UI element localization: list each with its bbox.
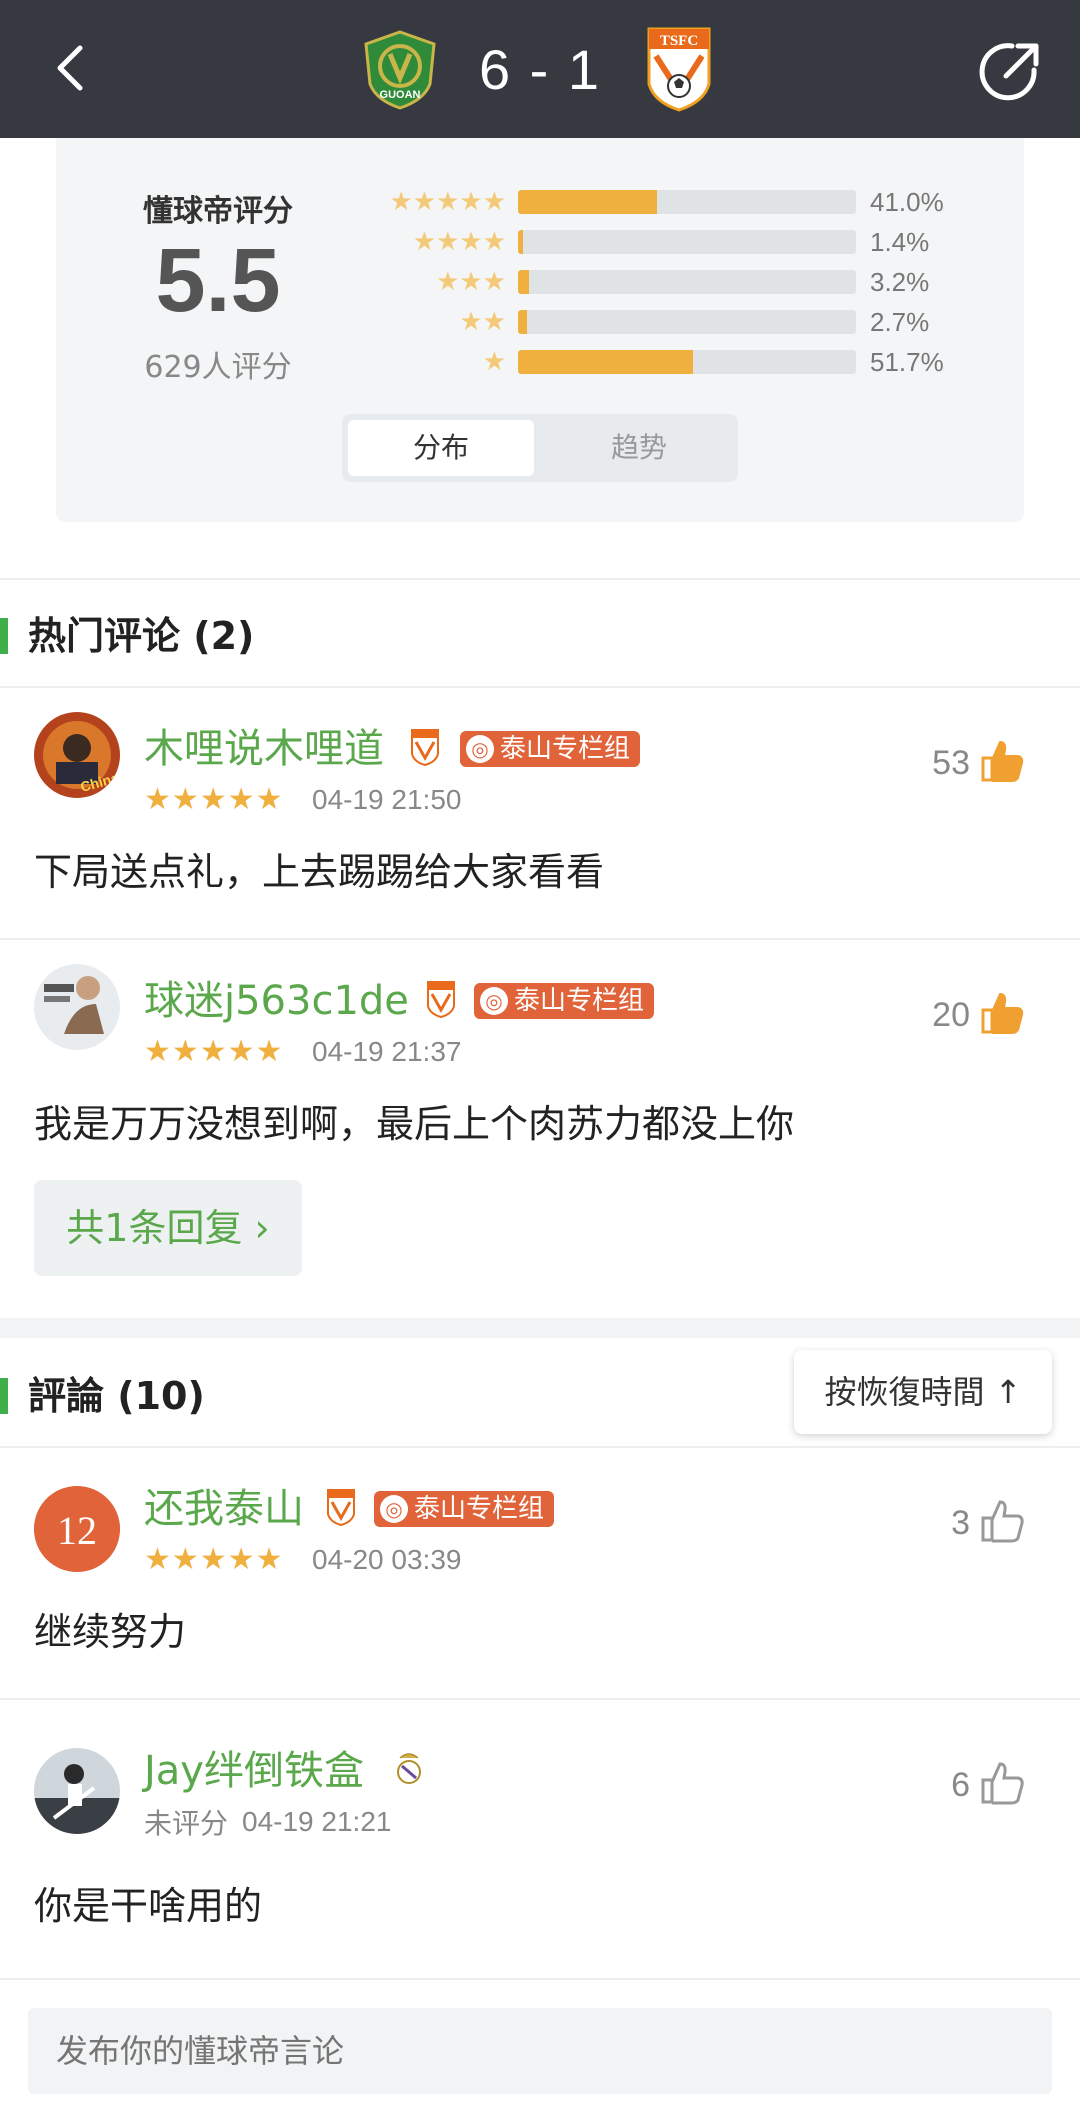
svg-text:GUOAN: GUOAN	[380, 89, 421, 101]
real-madrid-badge-icon	[394, 1748, 424, 1786]
like-icon[interactable]	[980, 990, 1026, 1036]
divider	[0, 1446, 1080, 1448]
like-count: 53	[932, 744, 970, 782]
arrow-up-icon: ↑	[984, 1373, 1022, 1411]
like-icon[interactable]	[980, 1498, 1026, 1544]
divider	[0, 938, 1080, 940]
distribution-percent: 41.0%	[870, 187, 944, 217]
comment-time: 04-19 21:37	[312, 1036, 462, 1067]
rating-view-toggle: 分布 趋势	[342, 414, 738, 482]
avatar[interactable]: 12	[34, 1486, 120, 1572]
star-icons: ★★★	[436, 267, 506, 297]
distribution-bar	[518, 190, 856, 214]
tab-distribution[interactable]: 分布	[348, 420, 534, 476]
section-accent-bar	[0, 1378, 8, 1414]
avatar[interactable]	[34, 964, 120, 1050]
avatar[interactable]	[34, 1748, 120, 1834]
distribution-bar-fill	[518, 190, 657, 214]
column-group-tag: ◎ 泰山专栏组	[474, 983, 655, 1019]
tag-icon: ◎	[380, 1495, 408, 1523]
match-score: 6 - 1	[478, 38, 602, 101]
like-count: 6	[951, 1766, 970, 1804]
rating-count: 629人评分	[144, 350, 292, 385]
svg-text:12: 12	[57, 1508, 97, 1553]
section-divider	[0, 1318, 1080, 1338]
rating-stars: ★★★★★	[144, 1034, 284, 1069]
rating-score: 5.5	[155, 231, 281, 331]
username[interactable]: 还我泰山	[144, 1484, 304, 1534]
tag-icon: ◎	[466, 735, 494, 763]
like-icon[interactable]	[980, 738, 1026, 784]
view-replies-button[interactable]: 共1条回复 ›	[34, 1180, 302, 1276]
like-count: 3	[951, 1504, 970, 1542]
rating-distribution-row: ★★★★★ 41.0%	[356, 188, 996, 216]
comment-content: 继续努力	[34, 1610, 187, 1654]
column-group-tag: ◎ 泰山专栏组	[460, 731, 641, 767]
rating-card: 懂球帝评分 5.5 629人评分 ★★★★★ 41.0% ★★★★ 1.4% ★…	[56, 138, 1024, 522]
divider	[0, 1698, 1080, 1700]
divider	[0, 578, 1080, 580]
team-badge-icon	[426, 980, 456, 1019]
distribution-bar-fill	[518, 310, 528, 334]
rating-distribution-row: ★ 51.7%	[356, 348, 996, 376]
rating-distribution-row: ★★ 2.7%	[356, 308, 996, 336]
distribution-percent: 51.7%	[870, 347, 944, 377]
distribution-bar	[518, 310, 856, 334]
distribution-bar-fill	[518, 230, 523, 254]
like-icon[interactable]	[980, 1760, 1026, 1806]
comment-content: 我是万万没想到啊，最后上个肉苏力都没上你	[34, 1102, 795, 1146]
rating-distribution-row: ★★★ 3.2%	[356, 268, 996, 296]
section-accent-bar	[0, 618, 8, 654]
comment-composer-bar	[0, 1978, 1080, 2126]
comment-content: 下局送点礼，上去踢踢给大家看看	[34, 850, 605, 894]
distribution-bar	[518, 230, 856, 254]
distribution-percent: 3.2%	[870, 267, 930, 297]
star-icons: ★★★★★	[389, 187, 506, 217]
all-comments-title: 評論 (10)	[28, 1374, 205, 1418]
distribution-percent: 2.7%	[870, 307, 930, 337]
distribution-bar-fill	[518, 270, 529, 294]
comment-time: 04-19 21:21	[242, 1806, 392, 1837]
rating-label: 未评分	[144, 1807, 229, 1840]
team-badge-icon	[410, 728, 440, 767]
comment-time: 04-19 21:50	[312, 784, 462, 815]
star-icons: ★★	[459, 307, 506, 337]
svg-text:TSFC: TSFC	[660, 33, 698, 49]
star-icons: ★★★★	[412, 227, 506, 257]
distribution-percent: 1.4%	[870, 227, 930, 257]
away-team-logo[interactable]: TSFC	[646, 26, 712, 112]
distribution-bar	[518, 270, 856, 294]
tab-trend[interactable]: 趋势	[546, 420, 732, 476]
hot-comments-header: 热门评论 (2)	[0, 606, 1080, 666]
star-icons: ★	[482, 347, 506, 377]
sort-by-reply-time-button[interactable]: 按恢復時間 ↑	[794, 1350, 1052, 1434]
tag-icon: ◎	[480, 987, 508, 1015]
username[interactable]: 木哩说木哩道	[144, 724, 384, 774]
distribution-bar-fill	[518, 350, 693, 374]
hot-comments-title: 热门评论 (2)	[28, 614, 255, 658]
rating-distribution-row: ★★★★ 1.4%	[356, 228, 996, 256]
username[interactable]: 球迷j563c1de	[144, 976, 409, 1026]
divider	[0, 686, 1080, 688]
like-count: 20	[932, 996, 970, 1034]
comment-time: 04-20 03:39	[312, 1544, 462, 1575]
rating-title: 懂球帝评分	[143, 194, 293, 229]
comment-content: 你是干啥用的	[34, 1884, 263, 1928]
avatar[interactable]: China	[34, 712, 120, 798]
username[interactable]: Jay绊倒铁盒	[144, 1746, 364, 1796]
team-badge-icon	[326, 1488, 356, 1527]
chevron-right-icon: ›	[242, 1206, 270, 1250]
share-icon[interactable]	[976, 36, 1046, 106]
home-team-logo[interactable]: GUOAN	[362, 30, 438, 110]
comment-input[interactable]	[28, 2008, 1052, 2094]
back-icon[interactable]	[40, 38, 100, 98]
distribution-bar	[518, 350, 856, 374]
rating-stars: ★★★★★	[144, 1542, 284, 1577]
column-group-tag: ◎ 泰山专栏组	[374, 1491, 555, 1527]
rating-stars: ★★★★★	[144, 782, 284, 817]
top-bar: GUOAN 6 - 1 TSFC	[0, 0, 1080, 138]
